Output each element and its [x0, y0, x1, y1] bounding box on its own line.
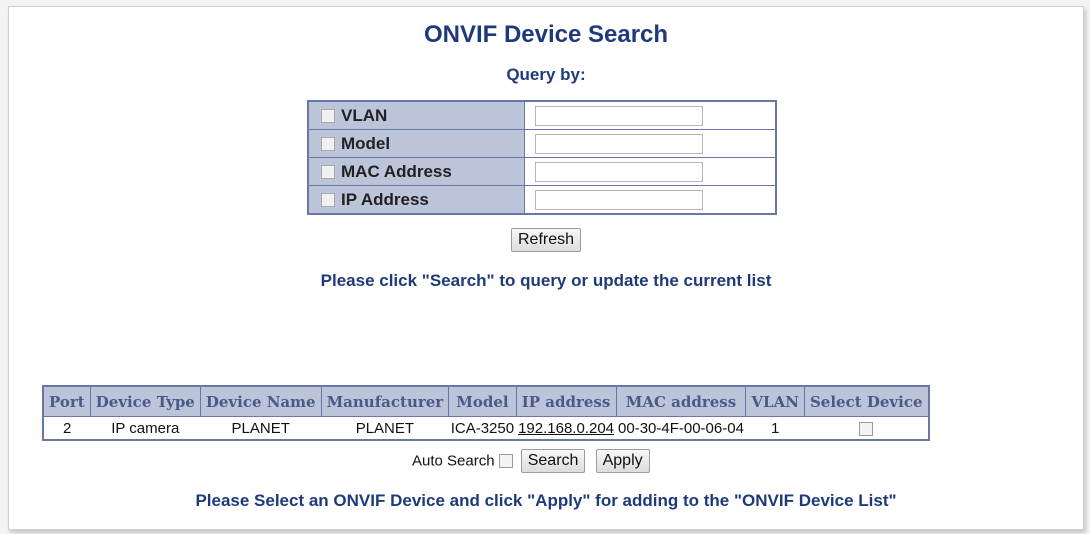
onvif-search-panel: ONVIF Device Search Query by: VLAN Model… — [8, 6, 1084, 530]
col-mac-address: MAC address — [615, 385, 747, 417]
mac-address-input[interactable] — [535, 161, 703, 182]
ip-address-input[interactable] — [535, 189, 703, 210]
cell-mac-address: 00-30-4F-00-06-04 — [618, 419, 744, 437]
col-vlan: VLAN — [745, 385, 805, 417]
model-label: Model — [341, 133, 391, 153]
query-row-mac: MAC Address — [307, 157, 777, 186]
apply-hint-text: Please Select an ONVIF Device and click … — [195, 491, 897, 510]
results-header-row: Port Device Type Device Name Manufacture… — [42, 385, 930, 417]
cell-model: ICA-3250 — [450, 419, 515, 437]
mac-address-label: MAC Address — [341, 161, 452, 181]
auto-search-checkbox[interactable] — [498, 454, 513, 469]
auto-search-label: Auto Search — [412, 452, 495, 470]
refresh-button[interactable]: Refresh — [511, 228, 582, 252]
cell-device-name: PLANET — [231, 419, 290, 437]
col-device-type: Device Type — [89, 385, 201, 417]
cell-vlan: 1 — [771, 419, 780, 437]
vlan-checkbox[interactable] — [321, 109, 335, 124]
apply-button[interactable]: Apply — [595, 449, 650, 473]
ip-address-checkbox[interactable] — [321, 193, 335, 208]
vlan-input[interactable] — [535, 105, 703, 126]
table-row: 2 IP camera PLANET PLANET ICA-3250 192.1… — [43, 417, 929, 441]
col-manufacturer: Manufacturer — [320, 385, 450, 417]
col-ip-address: IP address — [515, 385, 617, 417]
col-port: Port — [42, 385, 91, 417]
query-table: VLAN Model MAC Address IP Address — [307, 100, 777, 215]
model-checkbox[interactable] — [321, 137, 335, 152]
cell-port: 2 — [62, 419, 72, 437]
model-input[interactable] — [535, 133, 703, 154]
cell-device-type: IP camera — [111, 419, 180, 437]
query-row-model: Model — [307, 129, 777, 158]
query-row-vlan: VLAN — [307, 100, 777, 130]
col-select-device: Select Device — [803, 385, 930, 417]
col-device-name: Device Name — [199, 385, 322, 417]
search-controls: Auto Search Search Apply — [412, 449, 650, 473]
query-row-ip: IP Address — [307, 185, 777, 215]
page-title: ONVIF Device Search — [423, 21, 669, 48]
query-by-label: Query by: — [506, 65, 586, 84]
cell-manufacturer: PLANET — [355, 419, 415, 437]
col-model: Model — [448, 385, 517, 417]
ip-address-label: IP Address — [341, 189, 429, 209]
device-ip-link[interactable]: 192.168.0.204 — [518, 420, 614, 437]
vlan-label: VLAN — [341, 105, 388, 125]
search-hint-text: Please click "Search" to query or update… — [320, 271, 772, 290]
select-device-checkbox[interactable] — [858, 421, 873, 436]
search-button[interactable]: Search — [520, 449, 586, 473]
results-table: Port Device Type Device Name Manufacture… — [42, 385, 930, 441]
mac-address-checkbox[interactable] — [321, 165, 335, 180]
